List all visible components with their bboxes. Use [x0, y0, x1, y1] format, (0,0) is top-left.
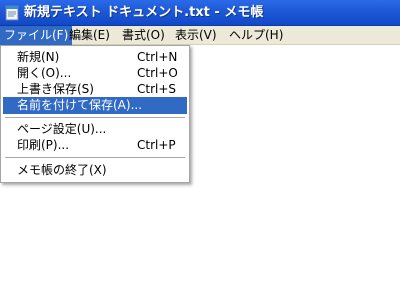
menu-view[interactable]: 表示(V)	[171, 26, 221, 45]
title-bar[interactable]: 新規テキスト ドキュメント.txt - メモ帳	[0, 0, 400, 26]
menu-item-exit[interactable]: メモ帳の終了(X)	[3, 162, 187, 179]
menu-separator	[5, 157, 185, 158]
menu-item-page-setup[interactable]: ページ設定(U)...	[3, 121, 187, 138]
menu-item-shortcut: Ctrl+P	[137, 138, 176, 152]
menu-item-print[interactable]: 印刷(P)... Ctrl+P	[3, 137, 187, 154]
menu-item-open[interactable]: 開く(O)... Ctrl+O	[3, 65, 187, 82]
menu-item-shortcut: Ctrl+S	[137, 82, 177, 96]
menu-help[interactable]: ヘルプ(H)	[225, 26, 287, 45]
menu-item-shortcut: Ctrl+O	[137, 66, 178, 80]
menu-item-label: ページ設定(U)...	[17, 122, 107, 136]
menu-item-label: メモ帳の終了(X)	[17, 163, 107, 177]
file-menu-dropdown: 新規(N) Ctrl+N 開く(O)... Ctrl+O 上書き保存(S) Ct…	[0, 45, 190, 183]
menu-item-label: 上書き保存(S)	[17, 82, 94, 96]
menu-item-label: 印刷(P)...	[17, 138, 70, 152]
menu-bar: ファイル(F) 編集(E) 書式(O) 表示(V) ヘルプ(H)	[0, 26, 400, 45]
menu-item-shortcut: Ctrl+N	[137, 50, 178, 64]
menu-format[interactable]: 書式(O)	[118, 26, 169, 45]
menu-file[interactable]: ファイル(F)	[0, 26, 73, 45]
notepad-icon[interactable]	[4, 5, 20, 21]
menu-item-label: 新規(N)	[17, 50, 60, 64]
menu-item-save-as[interactable]: 名前を付けて保存(A)...	[3, 97, 187, 114]
menu-edit[interactable]: 編集(E)	[65, 26, 114, 45]
menu-item-new[interactable]: 新規(N) Ctrl+N	[3, 49, 187, 66]
menu-separator	[5, 117, 185, 118]
window-title: 新規テキスト ドキュメント.txt - メモ帳	[24, 5, 264, 20]
menu-item-save[interactable]: 上書き保存(S) Ctrl+S	[3, 81, 187, 98]
menu-item-label: 開く(O)...	[17, 66, 72, 80]
menu-item-label: 名前を付けて保存(A)...	[17, 98, 143, 112]
